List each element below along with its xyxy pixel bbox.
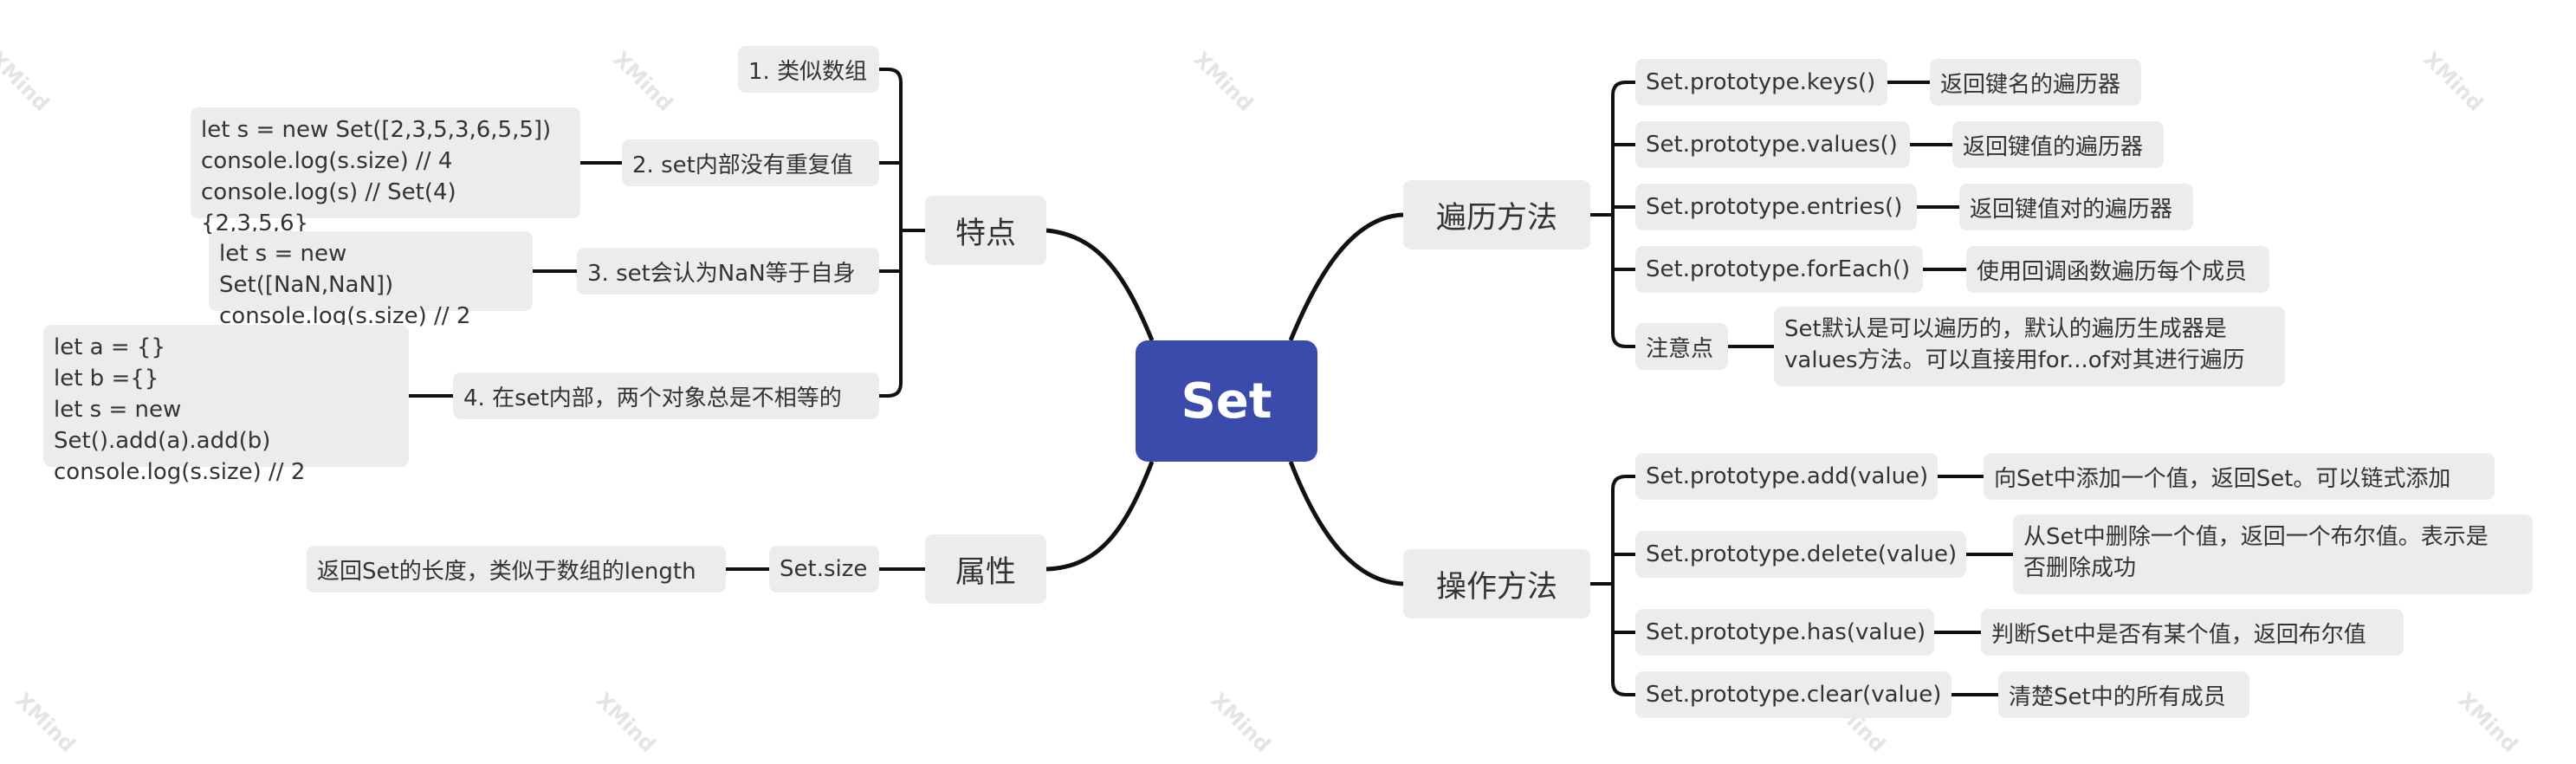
topic-shuxing[interactable]: 属性 (925, 534, 1046, 604)
code-example: let s = new Set([NaN,NaN]) console.log(s… (209, 231, 533, 329)
code-example: let s = new Set([2,3,5,3,6,5,5]) console… (191, 107, 580, 236)
subtopic-has[interactable]: Set.prototype.has(value) (1635, 609, 1934, 656)
topic-bianli[interactable]: 遍历方法 (1403, 180, 1590, 249)
subtopic-tedian-4[interactable]: 4. 在set内部，两个对象总是不相等的 (453, 372, 879, 419)
desc-keys: 返回键名的遍历器 (1930, 59, 2141, 106)
desc-set-size: 返回Set的长度，类似于数组的length (307, 546, 726, 592)
subtopic-delete[interactable]: Set.prototype.delete(value) (1635, 531, 1966, 578)
subtopic-tedian-2[interactable]: 2. set内部没有重复值 (622, 139, 879, 186)
subtopic-tedian-3[interactable]: 3. set会认为NaN等于自身 (577, 248, 879, 295)
topic-caozuo[interactable]: 操作方法 (1403, 549, 1590, 618)
subtopic-values[interactable]: Set.prototype.values() (1635, 121, 1910, 168)
desc-foreach: 使用回调函数遍历每个成员 (1966, 246, 2269, 293)
subtopic-foreach[interactable]: Set.prototype.forEach() (1635, 246, 1923, 293)
subtopic-set-size[interactable]: Set.size (769, 546, 879, 592)
desc-delete: 从Set中删除一个值，返回一个布尔值。表示是 否删除成功 (2013, 515, 2533, 594)
subtopic-tedian-1[interactable]: 1. 类似数组 (738, 46, 879, 93)
topic-tedian[interactable]: 特点 (925, 196, 1046, 265)
root-topic[interactable]: Set (1136, 340, 1317, 462)
subtopic-entries[interactable]: Set.prototype.entries() (1635, 184, 1917, 230)
subtopic-add[interactable]: Set.prototype.add(value) (1635, 453, 1938, 500)
desc-add: 向Set中添加一个值，返回Set。可以链式添加 (1984, 453, 2495, 500)
desc-has: 判断Set中是否有某个值，返回布尔值 (1981, 609, 2404, 656)
subtopic-keys[interactable]: Set.prototype.keys() (1635, 59, 1887, 106)
desc-entries: 返回键值对的遍历器 (1959, 184, 2193, 230)
code-example: let a = {} let b ={} let s = new Set().a… (43, 325, 409, 485)
desc-notes: Set默认是可以遍历的，默认的遍历生成器是 values方法。可以直接用for.… (1774, 307, 2285, 386)
desc-values: 返回键值的遍历器 (1952, 121, 2164, 168)
subtopic-clear[interactable]: Set.prototype.clear(value) (1635, 671, 1951, 718)
desc-clear: 清楚Set中的所有成员 (1998, 671, 2249, 718)
subtopic-notes[interactable]: 注意点 (1635, 323, 1728, 370)
